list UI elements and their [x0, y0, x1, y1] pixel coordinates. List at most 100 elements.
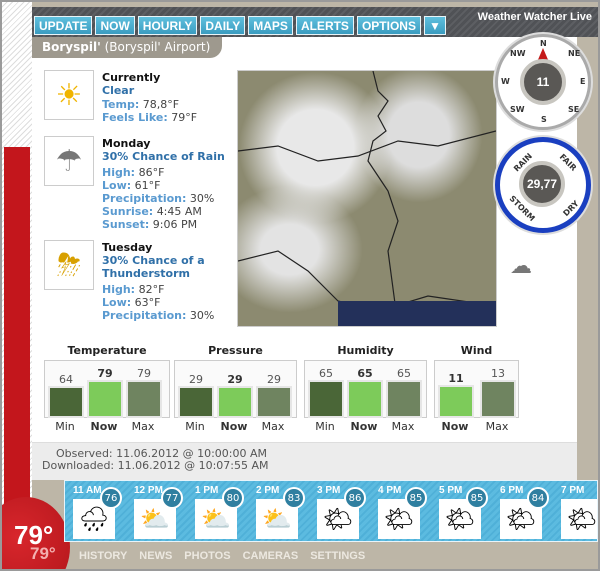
bar-value: 64 [59, 373, 73, 386]
location-name: Boryspil' [42, 40, 101, 54]
hour-label: 5 PM [439, 485, 463, 496]
bar-min [308, 380, 344, 418]
nav-photos[interactable]: PHOTOS [184, 550, 230, 562]
thunderstorm-icon: ⛈ [44, 240, 94, 290]
location-tab: Boryspil' (Boryspil' Airport) [32, 37, 222, 58]
app-title: Weather Watcher Live [477, 11, 592, 23]
thermometer-feels: 79° [30, 544, 56, 563]
app-window: 79° 79° Weather Watcher Live UPDATE NOW … [0, 0, 600, 571]
hourly-item[interactable]: 2 PM ⛅ 83 [248, 483, 308, 541]
compass-w: W [501, 77, 510, 86]
temp-value: 78,8°F [142, 98, 180, 111]
hour-temp: 85 [466, 487, 488, 509]
hourly-item[interactable]: 4 PM 🌤 85 [370, 483, 430, 541]
bar-value: 65 [357, 367, 373, 380]
hour-label: 1 PM [195, 485, 219, 496]
partly-sunny-icon: 🌤 [561, 499, 597, 539]
high-value: 82°F [138, 283, 165, 296]
tab-daily[interactable]: DAILY [200, 16, 246, 35]
low-value: 63°F [134, 296, 161, 309]
rain-cloud-icon: ☂ [44, 136, 94, 186]
compass-s: S [541, 115, 547, 124]
nav-cameras[interactable]: CAMERAS [243, 550, 299, 562]
hour-temp: 77 [161, 487, 183, 509]
tab-maps[interactable]: MAPS [248, 16, 293, 35]
barometer-fair: FAIR [557, 152, 579, 173]
satellite-map[interactable] [237, 70, 497, 327]
hour-label: 3 PM [317, 485, 341, 496]
sunset-label: Sunset: [102, 218, 150, 231]
nav-settings[interactable]: SETTINGS [310, 550, 365, 562]
pressure-value: 29,77 [519, 161, 565, 207]
tuesday-heading: Tuesday [102, 241, 153, 254]
hourly-item[interactable]: 5 PM 🌤 85 [431, 483, 491, 541]
bar-now [347, 380, 383, 418]
tuesday-condition: 30% Chance of a Thunderstorm [102, 254, 205, 280]
bar-label: Now [350, 420, 378, 433]
barometer-dry: DRY [561, 198, 581, 219]
sun-icon: ☀ [44, 70, 94, 120]
weather-logo-icon: ☁ [510, 254, 532, 279]
tab-alerts[interactable]: ALERTS [295, 16, 354, 35]
compass-sw: SW [510, 105, 525, 114]
low-label: Low: [102, 179, 132, 192]
bar-value: 65 [397, 367, 411, 380]
stat-title: Temperature [67, 344, 147, 357]
tab-options[interactable]: OPTIONS [356, 16, 421, 35]
hourly-item[interactable]: 1 PM ⛅ 80 [187, 483, 247, 541]
hourly-item[interactable]: 3 PM 🌤 86 [309, 483, 369, 541]
compass-nw: NW [510, 49, 526, 58]
hour-label: 4 PM [378, 485, 402, 496]
footer-status: Observed: 11.06.2012 @ 10:00:00 AM Downl… [32, 442, 577, 480]
hour-temp: 85 [405, 487, 427, 509]
temp-label: Temp: [102, 98, 140, 111]
hour-temp: 86 [344, 487, 366, 509]
downloaded-time: Downloaded: 11.06.2012 @ 10:07:55 AM [42, 459, 269, 472]
dropdown-arrow-button[interactable]: ▼ [423, 16, 446, 35]
bar-label: Max [261, 420, 285, 433]
hourly-item[interactable]: 7 PM 🌤 [553, 483, 597, 541]
hour-label: 2 PM [256, 485, 280, 496]
hourly-item[interactable]: 12 PM ⛅ 77 [126, 483, 186, 541]
monday-heading: Monday [102, 137, 151, 150]
compass-ne: NE [568, 49, 581, 58]
high-label: High: [102, 166, 136, 179]
sunrise-label: Sunrise: [102, 205, 154, 218]
bar-value: 29 [189, 373, 203, 386]
stat-title: Wind [460, 344, 493, 357]
bar-label: Min [315, 420, 335, 433]
tab-bar: UPDATE NOW HOURLY DAILY MAPS ALERTS OPTI… [34, 16, 446, 35]
bar-value: 29 [267, 373, 281, 386]
monday-forecast: Monday 30% Chance of Rain High: 86°F Low… [102, 137, 225, 231]
hour-label: 6 PM [500, 485, 524, 496]
wind-compass: N NE E SE S SW W NW 11 [495, 34, 591, 130]
bar-max [386, 380, 422, 418]
nav-news[interactable]: NEWS [139, 550, 172, 562]
nav-history[interactable]: HISTORY [79, 550, 127, 562]
hour-label: 7 PM [561, 485, 585, 496]
map-borders [237, 70, 497, 327]
stat-box: 11 13 [434, 360, 519, 418]
tab-now[interactable]: NOW [95, 16, 135, 35]
tab-update[interactable]: UPDATE [34, 16, 93, 35]
tuesday-forecast: Tuesday 30% Chance of a Thunderstorm Hig… [102, 241, 222, 322]
bar-label: Now [90, 420, 118, 433]
bar-now [438, 385, 474, 418]
bar-max [126, 380, 162, 418]
bar-value: 65 [319, 367, 333, 380]
hour-temp: 84 [527, 487, 549, 509]
bar-value: 11 [448, 372, 464, 385]
stat-box: 29 29 29 [174, 360, 297, 418]
hour-temp: 83 [283, 487, 305, 509]
bar-label: Max [485, 420, 509, 433]
location-detail: (Boryspil' Airport) [104, 40, 211, 54]
hourly-item[interactable]: 6 PM 🌤 84 [492, 483, 552, 541]
precip-value: 30% [189, 309, 215, 322]
bar-label: Min [55, 420, 75, 433]
bar-value: 79 [97, 367, 113, 380]
tab-hourly[interactable]: HOURLY [137, 16, 198, 35]
bar-value: 29 [227, 373, 243, 386]
hourly-item[interactable]: 11 AM 🌧 76 [65, 483, 125, 541]
bar-max [480, 380, 516, 418]
feels-value: 79°F [171, 111, 198, 124]
